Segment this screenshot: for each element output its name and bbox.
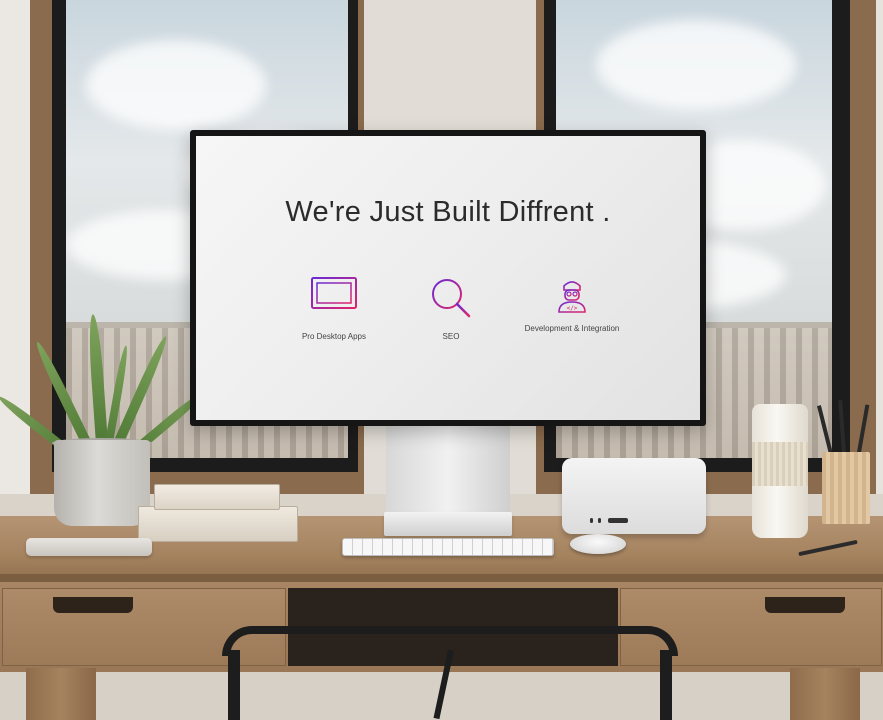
monitor-stand [386, 424, 510, 514]
left-drawer-handle [53, 597, 133, 613]
developer-avatar-icon: </> [558, 281, 586, 313]
magnifier-icon [432, 279, 471, 318]
right-drawer-handle [765, 597, 845, 613]
monitor: We're Just Built Diffrent . Pro Desktop … [190, 130, 706, 426]
monitor-stand-base [384, 512, 512, 536]
desk-edge [0, 574, 883, 582]
chair-post-left [228, 650, 240, 720]
keyboard [342, 538, 554, 556]
chair-post-right [660, 650, 672, 720]
desk-scene-photo: We're Just Built Diffrent . Pro Desktop … [0, 0, 883, 720]
book-bottom [138, 506, 298, 542]
screen-headline: We're Just Built Diffrent . [285, 196, 611, 228]
phone [26, 538, 152, 556]
mouse [570, 534, 626, 554]
service-label: Development & Integration [524, 324, 620, 333]
book-top [154, 484, 280, 510]
svg-text:</>: </> [567, 305, 578, 312]
service-label: SEO [442, 332, 460, 341]
plant-pot [54, 440, 150, 526]
tumbler-grip [752, 442, 808, 486]
desk-leg-right [790, 668, 860, 720]
desk-leg-left [26, 668, 96, 720]
desktop-monitor-icon [311, 277, 357, 316]
monitor-screen: We're Just Built Diffrent . Pro Desktop … [196, 136, 700, 420]
service-development-integration: </> Development & Integration [497, 276, 647, 333]
desktop-computer-box [562, 458, 706, 534]
pencil-cup [822, 452, 870, 524]
